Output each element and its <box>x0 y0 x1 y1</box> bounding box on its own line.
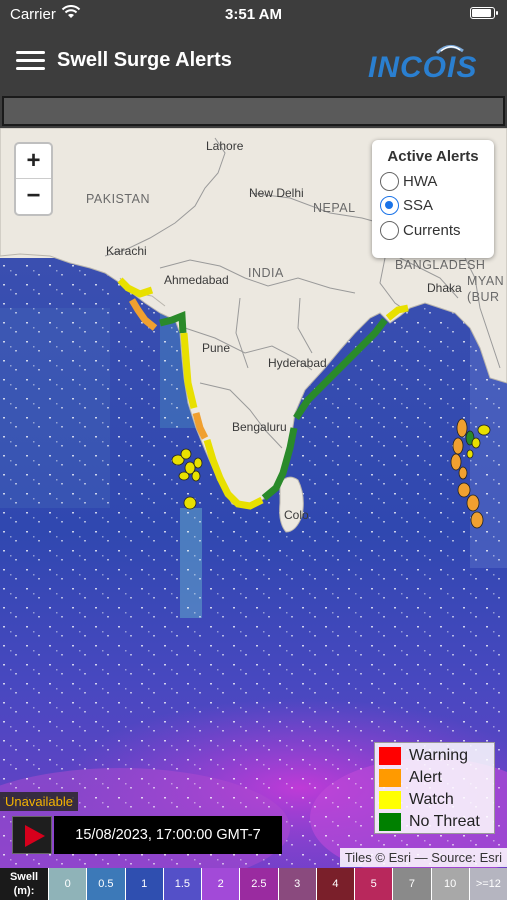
legend-swatch-alert <box>379 769 401 787</box>
play-icon[interactable] <box>12 816 52 854</box>
status-bar: Carrier 3:51 AM <box>0 0 507 30</box>
clock: 3:51 AM <box>225 6 282 23</box>
unavailable-badge: Unavailable <box>0 792 78 811</box>
menu-icon[interactable] <box>16 51 45 71</box>
active-alerts-title: Active Alerts <box>387 148 479 165</box>
forecast-datetime: 15/08/2023, 17:00:00 GMT-7 <box>54 816 282 854</box>
search-strip <box>0 94 507 128</box>
swell-scale-bar: Swell (m): 0 0.5 1 1.5 2 2.5 3 4 5 7 10 … <box>0 868 507 900</box>
zoom-out-button[interactable]: − <box>16 179 51 214</box>
legend-label-alert: Alert <box>409 769 442 786</box>
battery-icon <box>470 7 498 19</box>
swell-scale-cell: 1.5 <box>162 868 201 900</box>
country-label-bangladesh: BANGLADESH <box>395 258 486 272</box>
swell-scale-title: Swell (m): <box>0 868 48 900</box>
city-label-colombo: Colo <box>284 508 309 522</box>
radio-label-hwa: HWA <box>403 172 438 190</box>
radio-hwa[interactable]: HWA <box>380 169 484 194</box>
swell-scale-title-line1: Swell <box>9 871 39 883</box>
legend-label-no-threat: No Threat <box>409 813 480 830</box>
legend-row-warning: Warning <box>379 745 490 767</box>
city-label-bengaluru: Bengaluru <box>232 420 287 434</box>
radio-ssa[interactable]: SSA <box>380 194 484 219</box>
city-label-hyderabad: Hyderabad <box>268 356 327 370</box>
swell-scale-cell: 7 <box>392 868 431 900</box>
svg-text:INCOIS: INCOIS <box>368 51 477 83</box>
swell-scale-cell: 3 <box>277 868 316 900</box>
map-view[interactable]: PAKISTAN NEPAL INDIA BANGLADESH MYAN (BU… <box>0 128 507 868</box>
country-label-nepal: NEPAL <box>313 201 356 215</box>
legend-swatch-no-threat <box>379 813 401 831</box>
city-label-dhaka: Dhaka <box>427 281 462 295</box>
country-label-myanmar: MYAN (BUR <box>467 274 505 304</box>
radio-label-ssa: SSA <box>403 197 434 215</box>
alert-legend: Warning Alert Watch No Threat <box>374 742 495 834</box>
country-label-india: INDIA <box>248 266 284 280</box>
city-label-new-delhi: New Delhi <box>249 186 304 200</box>
map-attribution: Tiles © Esri — Source: Esri <box>339 848 507 867</box>
swell-scale-cell: >=12 <box>468 868 507 900</box>
swell-scale-cell: 0 <box>48 868 87 900</box>
swell-scale-cell: 2 <box>201 868 240 900</box>
swell-scale-cell: 2.5 <box>239 868 278 900</box>
legend-row-watch: Watch <box>379 789 490 811</box>
zoom-control: + − <box>14 142 53 216</box>
swell-scale-cell: 5 <box>354 868 393 900</box>
radio-button-ssa[interactable] <box>380 196 399 216</box>
legend-label-warning: Warning <box>409 747 468 764</box>
city-label-karachi: Karachi <box>106 244 147 258</box>
radio-currents[interactable]: Currents <box>380 218 484 243</box>
incois-logo: INCOIS <box>368 45 477 83</box>
city-label-pune: Pune <box>202 341 231 355</box>
zoom-in-button[interactable]: + <box>16 144 51 179</box>
app-title: Swell Surge Alerts <box>57 49 232 71</box>
search-bar[interactable] <box>2 96 505 126</box>
swell-scale-cell: 0.5 <box>86 868 125 900</box>
legend-swatch-watch <box>379 791 401 809</box>
radio-button-currents[interactable] <box>380 220 399 240</box>
legend-swatch-warning <box>379 747 401 765</box>
swell-scale-cell: 1 <box>124 868 163 900</box>
radio-button-hwa[interactable] <box>380 171 399 191</box>
legend-row-alert: Alert <box>379 767 490 789</box>
swell-scale-cell: 10 <box>430 868 469 900</box>
app-bar: Swell Surge Alerts INCOIS <box>0 30 507 94</box>
swell-scale-title-line2: (m): <box>13 885 35 897</box>
swell-scale-cell: 4 <box>315 868 354 900</box>
radio-label-currents: Currents <box>403 221 461 239</box>
legend-row-no-threat: No Threat <box>379 811 490 833</box>
active-alerts-panel: Active Alerts HWA SSA Currents <box>372 140 494 258</box>
legend-label-watch: Watch <box>409 791 454 808</box>
country-label-pakistan: PAKISTAN <box>86 192 150 206</box>
city-label-ahmedabad: Ahmedabad <box>164 273 229 287</box>
city-label-lahore: Lahore <box>206 139 244 153</box>
timeline-player: 15/08/2023, 17:00:00 GMT-7 <box>12 816 282 854</box>
